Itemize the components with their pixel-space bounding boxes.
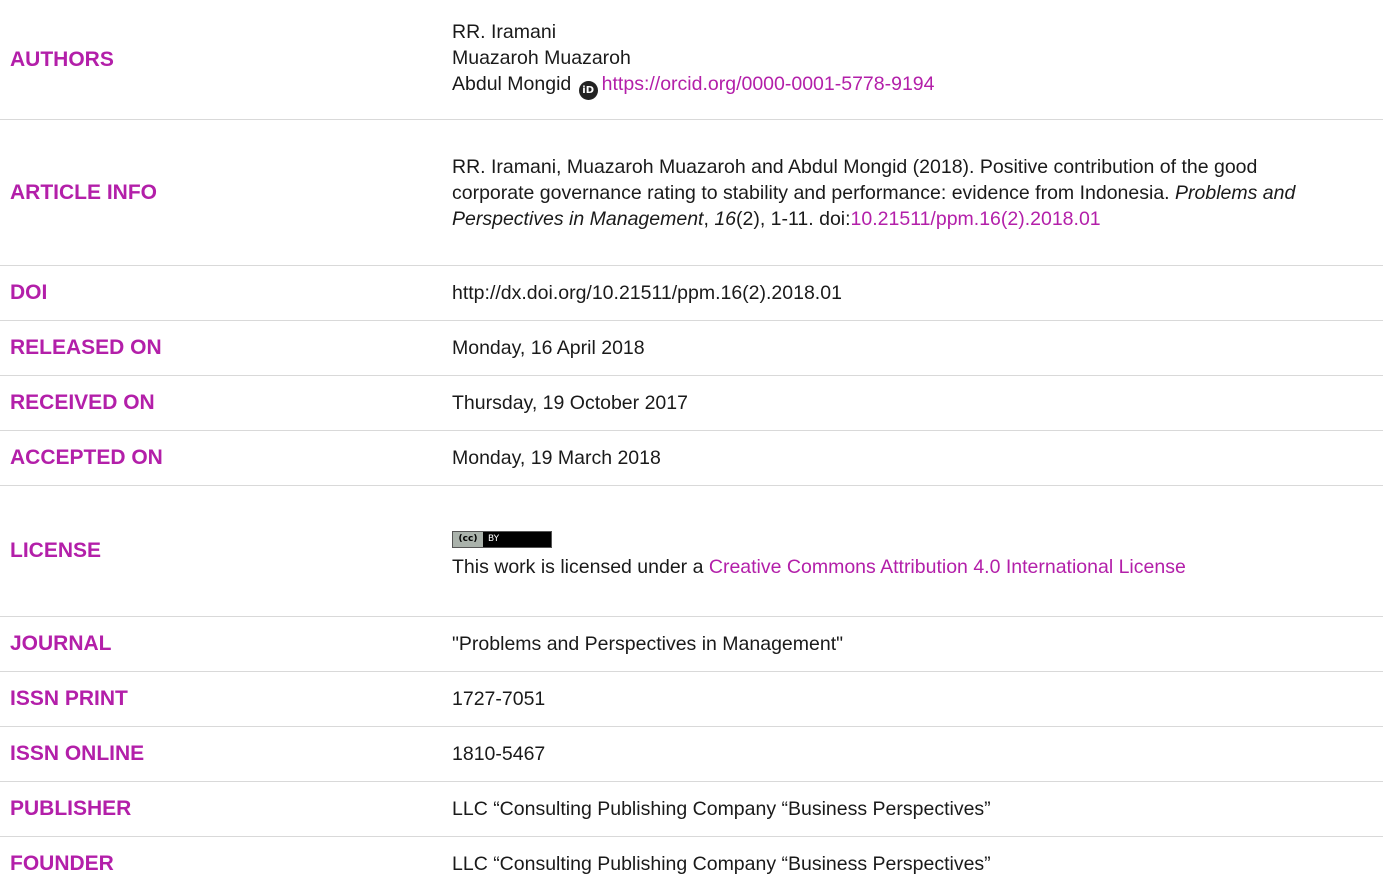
founder-label: FOUNDER: [10, 852, 114, 875]
journal-label: JOURNAL: [10, 632, 112, 655]
citation-separator: ,: [703, 207, 715, 230]
released-label: RELEASED ON: [10, 336, 162, 359]
issn-print-row: ISSN PRINT 1727-7051: [0, 672, 1383, 727]
citation-volume: 16: [714, 207, 737, 230]
founder-row: FOUNDER LLC “Consulting Publishing Compa…: [0, 837, 1383, 891]
license-link[interactable]: Creative Commons Attribution 4.0 Interna…: [709, 556, 1186, 578]
received-value: Thursday, 19 October 2017: [452, 392, 688, 414]
cc-icon: (cc): [453, 531, 483, 547]
article-info-label: ARTICLE INFO: [10, 180, 157, 204]
author-entry: Abdul Mongid iD https://orcid.org/0000-00…: [452, 71, 1343, 100]
publisher-row: PUBLISHER LLC “Consulting Publishing Com…: [0, 782, 1383, 837]
license-text-lead: This work is licensed under a: [452, 555, 709, 578]
cc-by-badge[interactable]: (cc) BY: [452, 530, 552, 548]
authors-value: RR. Iramani Muazaroh Muazaroh Abdul Mong…: [452, 0, 1343, 119]
orcid-icon: iD: [578, 81, 598, 100]
doi-row: DOI http://dx.doi.org/10.21511/ppm.16(2)…: [0, 266, 1383, 321]
authors-row: AUTHORS RR. Iramani Muazaroh Muazaroh Ab…: [0, 0, 1383, 120]
journal-row: JOURNAL "Problems and Perspectives in Ma…: [0, 617, 1383, 672]
author-name: Abdul Mongid: [452, 73, 572, 95]
license-text: This work is licensed under a Creative C…: [452, 554, 1343, 580]
issn-print-value: 1727-7051: [452, 688, 546, 710]
issn-online-value: 1810-5467: [452, 743, 546, 765]
issn-online-label: ISSN ONLINE: [10, 742, 145, 765]
issn-online-row: ISSN ONLINE 1810-5467: [0, 727, 1383, 782]
founder-value: LLC “Consulting Publishing Company “Busi…: [452, 853, 991, 875]
accepted-value: Monday, 19 March 2018: [452, 447, 661, 469]
received-label: RECEIVED ON: [10, 391, 155, 414]
publisher-value: LLC “Consulting Publishing Company “Busi…: [452, 798, 991, 820]
license-label: LICENSE: [10, 539, 102, 562]
citation-lead: RR. Iramani, Muazaroh Muazaroh and Abdul…: [452, 155, 1258, 204]
article-info-value: RR. Iramani, Muazaroh Muazaroh and Abdul…: [452, 120, 1343, 265]
license-row: LICENSE (cc) BY This work is licensed und…: [0, 486, 1383, 617]
citation-text: RR. Iramani, Muazaroh Muazaroh and Abdul…: [452, 154, 1343, 232]
doi-label: DOI: [10, 281, 48, 304]
orcid-link[interactable]: https://orcid.org/0000-0001-5778-9194: [602, 73, 935, 95]
publisher-label: PUBLISHER: [10, 797, 132, 820]
doi-value: http://dx.doi.org/10.21511/ppm.16(2).201…: [452, 282, 842, 304]
author-name: Muazaroh Muazaroh: [452, 47, 631, 69]
citation-doi-link[interactable]: 10.21511/ppm.16(2).2018.01: [851, 208, 1101, 230]
accepted-label: ACCEPTED ON: [10, 446, 163, 469]
issn-print-label: ISSN PRINT: [10, 687, 128, 710]
by-icon: BY: [488, 534, 500, 545]
released-row: RELEASED ON Monday, 16 April 2018: [0, 321, 1383, 376]
license-value: (cc) BY This work is licensed under a Cre…: [452, 486, 1343, 616]
citation-issue-pages: (2), 1-11. doi:: [736, 207, 851, 230]
received-row: RECEIVED ON Thursday, 19 October 2017: [0, 376, 1383, 431]
released-value: Monday, 16 April 2018: [452, 337, 645, 359]
article-info-row: ARTICLE INFO RR. Iramani, Muazaroh Muaza…: [0, 120, 1383, 266]
authors-label: AUTHORS: [10, 47, 114, 71]
accepted-row: ACCEPTED ON Monday, 19 March 2018: [0, 431, 1383, 486]
author-name: RR. Iramani: [452, 21, 557, 43]
journal-value: "Problems and Perspectives in Management…: [452, 633, 844, 655]
